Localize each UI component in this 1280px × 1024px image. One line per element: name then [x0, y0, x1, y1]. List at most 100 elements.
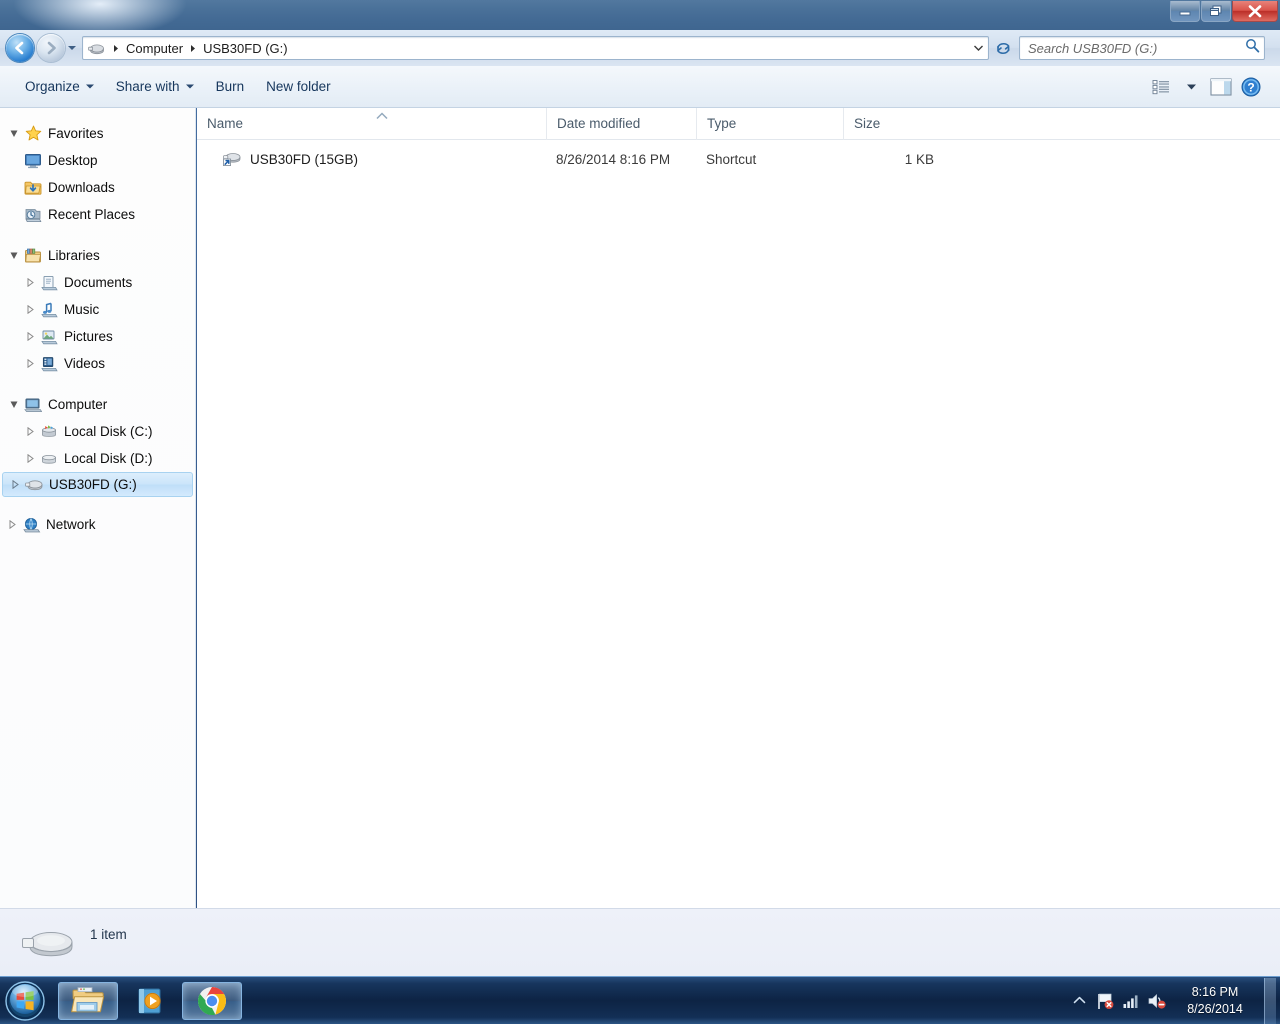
downloads-folder-icon: [22, 180, 44, 196]
new-folder-button[interactable]: New folder: [255, 74, 342, 100]
sidebar-item-videos[interactable]: Videos: [0, 350, 195, 377]
sidebar-label: Documents: [64, 275, 133, 290]
twisty-collapsed-icon[interactable]: [22, 454, 38, 463]
videos-library-icon: [38, 356, 60, 372]
breadcrumb[interactable]: Computer USB30FD (G:): [82, 36, 989, 60]
sidebar-item-local-disk-d[interactable]: Local Disk (D:): [0, 445, 195, 472]
twisty-collapsed-icon[interactable]: [4, 520, 20, 529]
twisty-expanded-icon[interactable]: [6, 251, 22, 260]
change-view-button[interactable]: [1146, 73, 1176, 101]
navigation-pane[interactable]: Favorites Desktop Downloads Recent Place…: [0, 108, 196, 908]
action-center-icon[interactable]: [1092, 979, 1118, 1023]
desktop-icon: [22, 153, 44, 169]
twisty-expanded-icon[interactable]: [6, 400, 22, 409]
taskbar: 8:16 PM 8/26/2014: [0, 976, 1280, 1024]
network-icon[interactable]: [1118, 979, 1144, 1023]
sidebar-item-recent-places[interactable]: Recent Places: [0, 201, 195, 228]
volume-muted-icon[interactable]: [1144, 979, 1170, 1023]
sidebar-item-music[interactable]: Music: [0, 296, 195, 323]
twisty-collapsed-icon[interactable]: [22, 332, 38, 341]
nav-gap: [0, 377, 195, 391]
sidebar-item-libraries[interactable]: Libraries: [0, 242, 195, 269]
search-box[interactable]: [1019, 36, 1265, 60]
minimize-button[interactable]: [1170, 1, 1200, 22]
twisty-collapsed-icon[interactable]: [22, 359, 38, 368]
sidebar-item-usb30fd[interactable]: USB30FD (G:): [2, 472, 193, 497]
twisty-expanded-icon[interactable]: [6, 129, 22, 138]
table-row[interactable]: USB30FD (15GB) 8/26/2014 8:16 PM Shortcu…: [197, 140, 1280, 178]
column-label: Name: [207, 116, 244, 131]
sidebar-item-desktop[interactable]: Desktop: [0, 147, 195, 174]
twisty-collapsed-icon[interactable]: [22, 305, 38, 314]
start-button[interactable]: [2, 979, 48, 1023]
sidebar-item-local-disk-c[interactable]: Local Disk (C:): [0, 418, 195, 445]
star-icon: [22, 125, 44, 142]
back-button[interactable]: [6, 34, 34, 62]
refresh-button[interactable]: [991, 36, 1015, 60]
organize-menu[interactable]: Organize: [14, 74, 105, 100]
sidebar-item-network[interactable]: Network: [0, 511, 195, 538]
search-input[interactable]: [1028, 40, 1245, 56]
sidebar-label: Downloads: [48, 180, 115, 195]
forward-button[interactable]: [37, 34, 65, 62]
libraries-icon: [22, 248, 44, 264]
column-header-name[interactable]: Name: [197, 108, 546, 140]
file-type-cell: Shortcut: [706, 151, 757, 167]
view-dropdown-button[interactable]: [1176, 73, 1206, 101]
sidebar-label: Local Disk (C:): [64, 424, 153, 439]
column-header-size[interactable]: Size: [843, 107, 943, 140]
nav-gap: [0, 497, 195, 511]
sidebar-item-computer[interactable]: Computer: [0, 391, 195, 418]
twisty-collapsed-icon[interactable]: [7, 480, 23, 489]
help-button[interactable]: ?: [1236, 73, 1266, 101]
clock-time: 8:16 PM: [1191, 984, 1239, 999]
search-icon[interactable]: [1245, 38, 1260, 58]
column-header-type[interactable]: Type: [696, 107, 843, 140]
documents-library-icon: [38, 275, 60, 291]
column-headers: Name Date modified Type Size: [197, 107, 1280, 140]
network-icon: [20, 517, 42, 533]
close-button[interactable]: [1232, 1, 1278, 22]
restore-button[interactable]: [1201, 1, 1231, 22]
column-header-date-modified[interactable]: Date modified: [546, 107, 696, 140]
show-hidden-icons-button[interactable]: [1066, 979, 1092, 1023]
taskbar-button-google-chrome[interactable]: [182, 981, 242, 1020]
details-pane: 1 item: [0, 908, 1280, 976]
nav-group-network: Network: [0, 511, 195, 538]
breadcrumb-item-usb30fd[interactable]: USB30FD (G:): [200, 39, 291, 58]
twisty-collapsed-icon[interactable]: [22, 427, 38, 436]
file-date-cell: 8/26/2014 8:16 PM: [556, 151, 671, 167]
clock-date: 8/26/2014: [1187, 1001, 1243, 1016]
chevron-down-icon: [185, 84, 194, 89]
sidebar-item-downloads[interactable]: Downloads: [0, 174, 195, 201]
column-label: Size: [854, 116, 881, 131]
svg-text:?: ?: [1247, 80, 1254, 94]
share-with-menu[interactable]: Share with: [105, 74, 205, 100]
show-desktop-button[interactable]: [1264, 977, 1276, 1024]
taskbar-button-windows-media-player[interactable]: [120, 982, 180, 1020]
taskbar-button-windows-explorer[interactable]: [58, 981, 118, 1020]
breadcrumb-item-computer[interactable]: Computer: [123, 39, 186, 58]
twisty-collapsed-icon[interactable]: [22, 278, 38, 287]
sidebar-item-documents[interactable]: Documents: [0, 269, 195, 296]
clock[interactable]: 8:16 PM 8/26/2014: [1170, 984, 1260, 1018]
command-bar-right: ?: [1146, 73, 1280, 101]
chevron-down-icon[interactable]: [970, 45, 986, 51]
sidebar-item-pictures[interactable]: Pictures: [0, 323, 195, 350]
preview-pane-button[interactable]: [1206, 73, 1236, 101]
file-list-pane[interactable]: Name Date modified Type Size USB30FD (15…: [197, 107, 1280, 908]
burn-button[interactable]: Burn: [205, 74, 256, 100]
taskbar-buttons: [58, 981, 242, 1020]
breadcrumb-separator-1: [186, 44, 200, 53]
nav-group-favorites: Favorites Desktop Downloads Recent Place…: [0, 120, 195, 228]
organize-label: Organize: [25, 79, 80, 94]
sidebar-label: Music: [64, 302, 100, 317]
sidebar-item-favorites[interactable]: Favorites: [0, 120, 195, 147]
recent-pages-dropdown[interactable]: [65, 34, 79, 62]
sidebar-label: Favorites: [48, 126, 104, 141]
file-name-cell[interactable]: USB30FD (15GB): [197, 150, 546, 169]
nav-gap: [0, 228, 195, 242]
screen: Computer USB30FD (G:) Search USB30FD (G:…: [0, 0, 1280, 1024]
usb-drive-icon: [8, 917, 90, 973]
column-label: Date modified: [557, 116, 641, 131]
